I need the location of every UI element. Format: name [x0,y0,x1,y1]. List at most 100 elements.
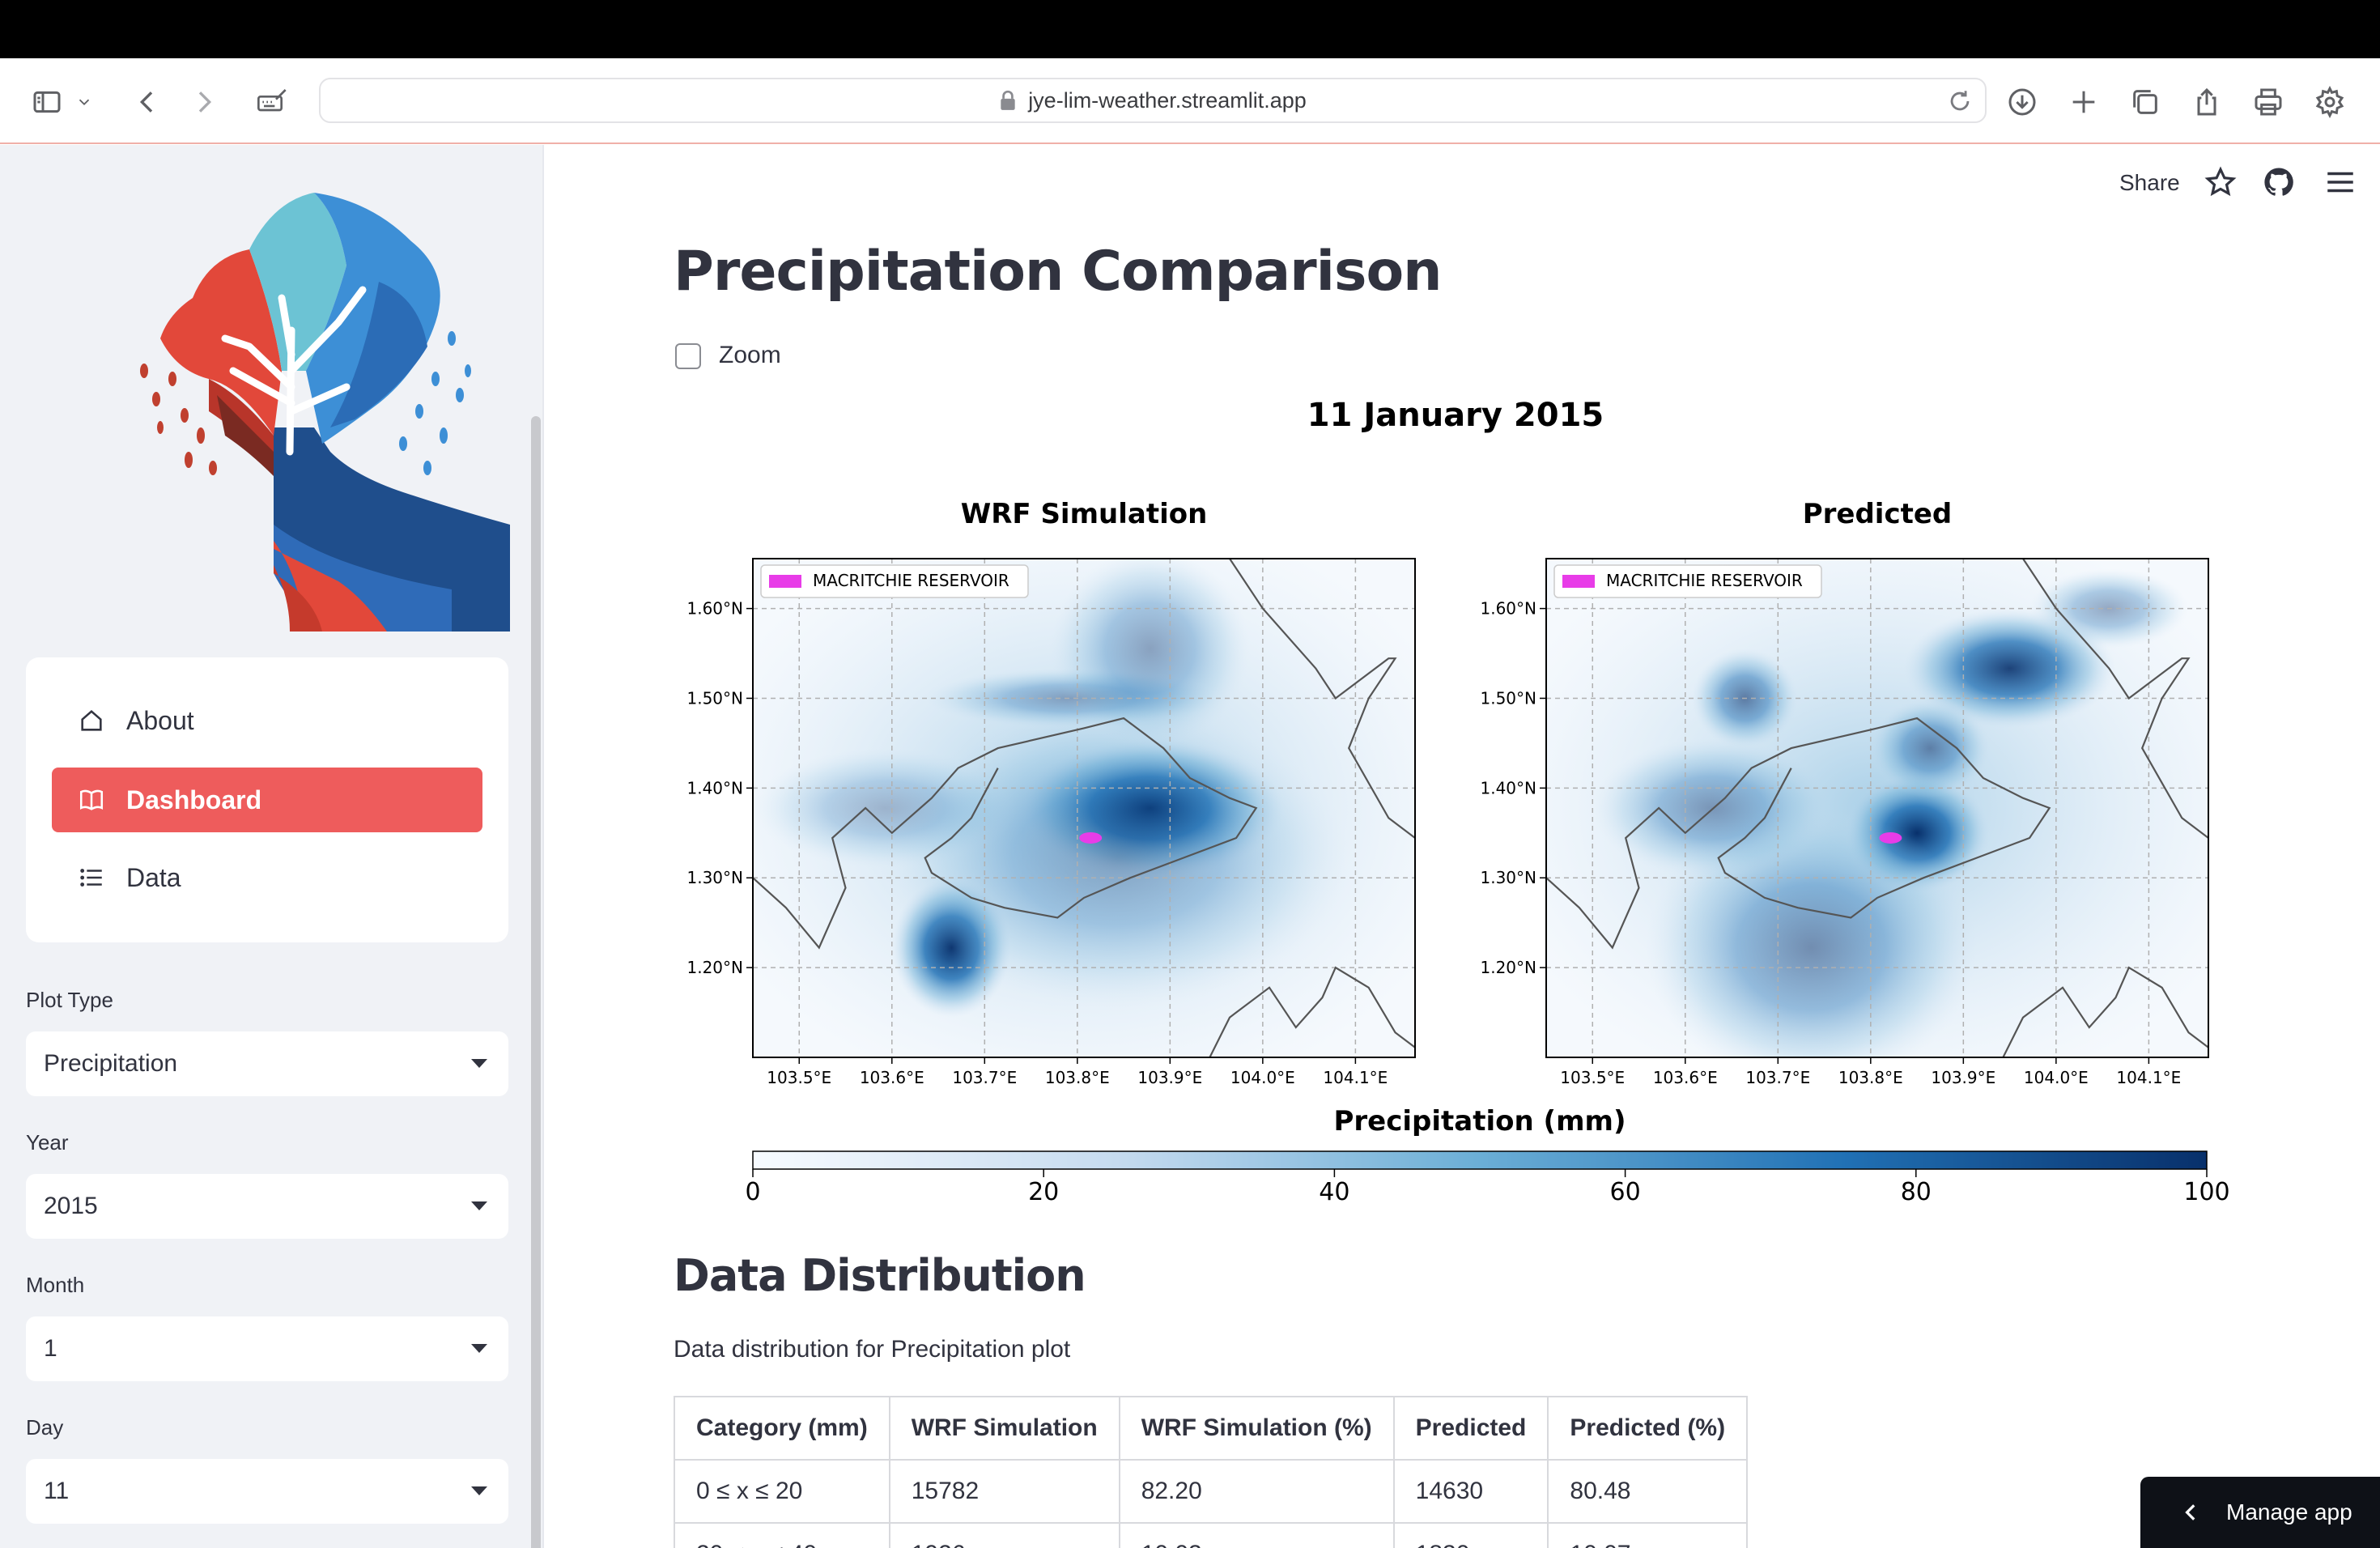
chevron-down-icon[interactable] [68,79,100,125]
section-description: Data distribution for Precipitation plot [674,1336,1071,1363]
browser-toolbar: jye-lim-weather.streamlit.app [0,58,2380,144]
house-icon [81,709,102,731]
x-tick-label: 103.6°E [1653,1068,1718,1087]
chevron-left-icon [2185,1504,2195,1520]
y-tick-label: 1.20°N [1481,958,1537,977]
table-cell: 80.48 [1547,1459,1749,1524]
map-legend: MACRITCHIE RESERVOIR [1553,564,1822,598]
manage-app-label: Manage app [2226,1499,2352,1525]
legend-swatch [1562,575,1595,588]
x-tick-label: 103.9°E [1931,1068,1995,1087]
x-tick-label: 103.5°E [767,1068,831,1087]
table-cell: 15782 [888,1459,1120,1524]
x-tick-label: 103.8°E [1045,1068,1110,1087]
legend-label: MACRITCHIE RESERVOIR [813,571,1009,590]
list-icon [80,869,102,887]
colorbar-tick-label: 60 [1610,1178,1641,1206]
table-cell: 1926 [888,1522,1120,1548]
keyboard-edit-icon[interactable] [249,79,295,125]
y-tick-label: 1.20°N [687,958,744,977]
select-value: 1 [44,1335,57,1362]
zoom-label[interactable]: Zoom [719,342,781,369]
colorbar: Precipitation (mm) 0 20 40 60 80 100 [745,1105,2229,1206]
table-cell: 10.07 [1547,1522,1749,1548]
table-row: 0 ≤ x ≤ 20 15782 82.20 14630 80.48 [674,1459,1749,1524]
y-tick-label: 1.60°N [687,599,744,619]
book-icon [79,789,104,810]
year-label: Year [26,1130,69,1155]
section-title: Data Distribution [674,1250,1086,1301]
url-bar[interactable]: jye-lim-weather.streamlit.app [319,78,1987,123]
month-label: Month [26,1273,85,1297]
table-cell: 20 < x ≤ 40 [674,1522,890,1548]
legend-label: MACRITCHIE RESERVOIR [1606,571,1803,590]
star-icon[interactable] [2204,165,2238,199]
sidebar-scrollbar[interactable] [531,416,541,1548]
day-label: Day [26,1415,64,1440]
precipitation-figure: 11 January 2015 WRF Simulation MACRITCHIE… [687,397,2230,1206]
year-select[interactable]: 2015 [26,1174,508,1239]
x-tick-label: 103.7°E [952,1068,1017,1087]
page-title: Precipitation Comparison [674,240,1443,304]
y-tick-label: 1.30°N [1481,868,1537,887]
sidebar-toggle-icon[interactable] [24,79,70,125]
figure-title: 11 January 2015 [1307,397,1604,434]
new-tab-icon[interactable] [2061,79,2106,125]
forward-icon[interactable] [181,79,227,125]
x-tick-label: 104.0°E [2024,1068,2089,1087]
column-header[interactable]: Predicted [1392,1396,1549,1461]
reservoir-marker [1879,831,1902,844]
reservoir-marker [1079,831,1103,844]
caret-down-icon [471,1486,487,1495]
download-icon[interactable] [2000,79,2045,125]
plot-type-label: Plot Type [26,988,113,1012]
manage-app-button[interactable]: Manage app [2140,1477,2380,1548]
table-header-row: Category (mm) WRF Simulation WRF Simulat… [674,1396,1749,1461]
x-tick-label: 103.7°E [1745,1068,1810,1087]
share-icon[interactable] [2184,79,2229,125]
back-icon[interactable] [125,79,170,125]
share-button[interactable]: Share [2119,170,2180,196]
x-tick-label: 103.8°E [1838,1068,1903,1087]
reload-icon[interactable] [1946,87,1974,115]
column-header[interactable]: Predicted (%) [1547,1396,1749,1461]
y-tick-label: 1.40°N [687,778,744,797]
column-header[interactable]: WRF Simulation (%) [1118,1396,1395,1461]
y-tick-label: 1.50°N [1481,688,1537,708]
top-black-bar [0,0,2380,58]
caret-down-icon [471,1201,487,1210]
day-select[interactable]: 11 [26,1459,508,1524]
nav-item-dashboard[interactable]: Dashboard [52,768,482,832]
select-value: 2015 [44,1193,98,1219]
x-tick-label: 104.1°E [1323,1068,1388,1087]
plot-type-select[interactable]: Precipitation [26,1031,508,1096]
y-tick-label: 1.50°N [687,688,744,708]
precip-cell [753,748,1018,868]
nav-item-label: Dashboard [126,785,262,814]
github-icon[interactable] [2262,165,2296,199]
hamburger-menu-icon[interactable] [2323,165,2357,199]
column-header[interactable]: Category (mm) [674,1396,890,1461]
x-tick-label: 104.1°E [2116,1068,2181,1087]
nav-item-data[interactable]: Data [52,845,482,910]
zoom-checkbox[interactable] [675,343,701,369]
tabs-overview-icon[interactable] [2123,79,2168,125]
y-tick-label: 1.40°N [1481,778,1537,797]
map-panel-predicted: Predicted MACRITCHIE RESERVOIR 103.5°E 103.… [1481,498,2209,1087]
settings-icon[interactable] [2307,79,2352,125]
month-select[interactable]: 1 [26,1316,508,1381]
lock-icon [1001,90,1015,110]
caret-down-icon [471,1344,487,1353]
caret-down-icon [471,1059,487,1068]
nav-item-about[interactable]: About [52,688,482,753]
column-header[interactable]: WRF Simulation [888,1396,1120,1461]
x-tick-label: 103.6°E [860,1068,924,1087]
print-icon[interactable] [2246,79,2291,125]
x-tick-label: 104.0°E [1230,1068,1295,1087]
precip-field [753,559,1415,1057]
map-panel-wrf: WRF Simulation MACRITCHIE RESERVOIR 103.5°… [687,498,1416,1087]
table-cell: 10.03 [1118,1522,1395,1548]
colorbar-tick-label: 40 [1319,1178,1349,1206]
precip-cell [1051,559,1250,749]
precip-field [1546,559,2208,1057]
